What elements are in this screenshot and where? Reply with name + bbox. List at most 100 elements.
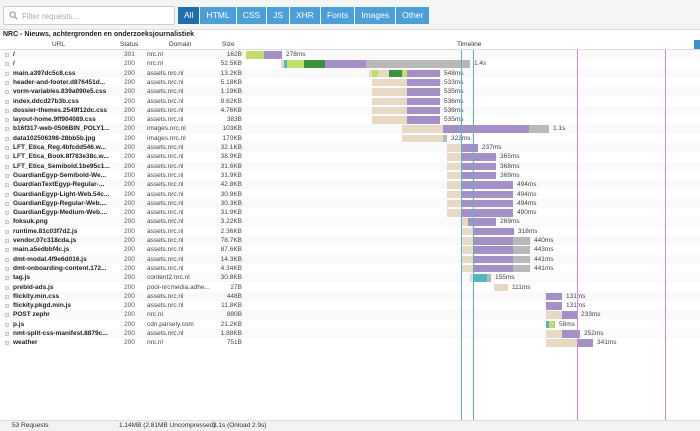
request-row[interactable]: main.a397dc5c8.css 200 assets.nrc.nl 13.2KB… [0, 68, 700, 78]
request-row[interactable]: tag.js 200 content2.nrc.nl 30.8KB 155ms [0, 273, 700, 283]
request-row[interactable]: LFT_Etica_Book.8f783e38c.w... 200 assets.n… [0, 152, 700, 161]
url-column-header[interactable]: URL [52, 41, 65, 48]
expand-row-icon[interactable] [5, 108, 9, 113]
expand-row-icon[interactable] [5, 164, 9, 169]
expand-row-icon[interactable] [5, 266, 9, 271]
request-url: LFT_Etica_Semibold.1be95c1... [13, 162, 110, 170]
request-status: 200 [124, 283, 135, 291]
request-row[interactable]: GuardianTextEgyp-Regular-... 200 assets.nr… [0, 180, 700, 190]
request-url: dmt-onboarding-content.172... [13, 264, 107, 272]
status-column-header[interactable]: Status [120, 41, 138, 48]
expand-row-icon[interactable] [5, 90, 9, 95]
expand-row-icon[interactable] [5, 127, 9, 132]
request-row[interactable]: GuardianEgyp-Medium-Web.... 200 assets.nrc… [0, 208, 700, 217]
expand-row-icon[interactable] [5, 62, 9, 67]
request-row[interactable]: vorm-variables.839a090e5.css 200 assets.nr… [0, 87, 700, 97]
request-row[interactable]: data102506398-28bb5b.jpg 200 images.nrc.nl… [0, 134, 700, 143]
request-row[interactable]: POST zephr 200 nrc.nl 880B 233ms [0, 310, 700, 320]
tab-other[interactable]: Other [396, 7, 430, 24]
request-size: 31.9KB [220, 171, 242, 179]
request-row[interactable]: main.a5edbbf4c.js 200 assets.nrc.nl 87.6KB 4… [0, 245, 700, 254]
tab-all[interactable]: All [178, 7, 200, 24]
expand-row-icon[interactable] [5, 136, 9, 141]
request-size: 5.18KB [220, 78, 242, 86]
timeline-column-header[interactable]: Timeline [457, 41, 481, 48]
request-url: tag.js [13, 274, 30, 282]
expand-row-icon[interactable] [5, 118, 9, 123]
filter-input[interactable] [22, 9, 172, 23]
request-row[interactable]: GuardianEgyp-Semibold-We... 200 assets.nrc… [0, 171, 700, 180]
expand-row-icon[interactable] [5, 341, 9, 346]
expand-row-icon[interactable] [5, 71, 9, 76]
request-row[interactable]: b16f317-web-0506BIN_POLY1... 200 images.nr… [0, 124, 700, 134]
request-row[interactable]: p.js 200 cdn.parsely.com 21.2KB 58ms [0, 320, 700, 329]
expand-row-icon[interactable] [5, 276, 9, 281]
expand-row-icon[interactable] [5, 201, 9, 206]
tab-html[interactable]: HTML [200, 7, 236, 24]
tab-css[interactable]: CSS [236, 7, 267, 24]
request-row[interactable]: layout-home.9ff904089.css 200 assets.nrc.n… [0, 115, 700, 124]
timing-segment-send [304, 60, 325, 68]
tab-images[interactable]: Images [355, 7, 396, 24]
expand-row-icon[interactable] [5, 80, 9, 85]
tab-fonts[interactable]: Fonts [320, 7, 355, 24]
expand-row-icon[interactable] [5, 304, 9, 309]
request-row[interactable]: weather 200 nrc.nl 751B 341ms [0, 338, 700, 347]
request-row[interactable]: dmt-modal.4f9e6d016.js 200 assets.nrc.nl 14… [0, 254, 700, 264]
request-row[interactable]: header-and-footer.d876451d... 200 assets.n… [0, 78, 700, 87]
filter-box[interactable] [3, 6, 175, 25]
request-row[interactable]: index.ddcd27b3b.css 200 assets.nrc.nl 8.62K… [0, 97, 700, 106]
expand-row-icon[interactable] [5, 155, 9, 160]
timing-segment-wait [546, 302, 562, 310]
expand-row-icon[interactable] [5, 332, 9, 336]
request-row[interactable]: flickity.pkgd.min.js 200 assets.nrc.nl 11.8… [0, 301, 700, 310]
request-size: 383B [226, 116, 242, 124]
request-size: 31.9KB [220, 209, 242, 217]
request-size: 1.19KB [220, 88, 242, 96]
request-status: 200 [124, 190, 135, 198]
expand-row-icon[interactable] [5, 211, 9, 216]
request-status: 200 [124, 116, 135, 124]
request-row[interactable]: nmt-split-css-manifest.8879c... 200 assets… [0, 329, 700, 339]
request-row[interactable]: / 200 nrc.nl 52.5KB 1.4s [0, 59, 700, 68]
expand-row-icon[interactable] [5, 313, 9, 318]
expand-row-icon[interactable] [5, 146, 9, 150]
add-column-button[interactable] [694, 40, 700, 49]
request-url: GuardianTextEgyp-Regular-... [13, 181, 105, 189]
request-row[interactable]: LFT_Etica_Reg.4bfcdd546.w... 200 assets.nr… [0, 143, 700, 153]
request-row[interactable]: GuardianEgyp-Light-Web.54c... 200 assets.n… [0, 190, 700, 199]
request-url: flickity.min.css [13, 292, 60, 300]
expand-row-icon[interactable] [5, 257, 9, 262]
request-row[interactable]: / 301 nrc.nl 162B 278ms [0, 50, 700, 60]
request-row[interactable]: vendor.07c318cda.js 200 assets.nrc.nl 78.7K… [0, 236, 700, 246]
request-row[interactable]: prebid-ads.js 200 pool-nrcmedia.adhe... 27B… [0, 283, 700, 292]
request-row[interactable]: foksuk.png 200 assets.nrc.nl 3.22KB 269ms [0, 217, 700, 227]
expand-row-icon[interactable] [5, 183, 9, 188]
tab-xhr[interactable]: XHR [290, 7, 320, 24]
timing-segment-wait [473, 227, 514, 236]
expand-row-icon[interactable] [5, 229, 9, 234]
request-row[interactable]: runtime.81c03f7d2.js 200 assets.nrc.nl 2.36… [0, 227, 700, 236]
request-row[interactable]: LFT_Etica_Semibold.1be95c1... 200 assets.n… [0, 161, 700, 171]
load-time: 3.1s (Onload 2.9s) [213, 422, 267, 429]
request-row[interactable]: dossier-themes.2549f12dc.css 200 assets.nr… [0, 105, 700, 116]
request-row[interactable]: flickity.min.css 200 assets.nrc.nl 448B 131m… [0, 291, 700, 302]
expand-row-icon[interactable] [5, 53, 9, 57]
request-row[interactable]: dmt-onboarding-content.172... 200 assets.n… [0, 264, 700, 273]
expand-row-icon[interactable] [5, 285, 9, 290]
expand-row-icon[interactable] [5, 248, 9, 253]
expand-row-icon[interactable] [5, 294, 9, 299]
request-url: header-and-footer.d876451d... [13, 78, 106, 86]
expand-row-icon[interactable] [5, 239, 9, 243]
expand-row-icon[interactable] [5, 322, 9, 327]
expand-row-icon[interactable] [5, 192, 9, 197]
request-url: vendor.07c318cda.js [13, 237, 77, 244]
expand-row-icon[interactable] [5, 220, 9, 225]
expand-row-icon[interactable] [5, 173, 9, 178]
request-row[interactable]: GuardianEgyp-Regular-Web.... 200 assets.nr… [0, 198, 700, 209]
expand-row-icon[interactable] [5, 99, 9, 104]
request-size: 52.5KB [220, 60, 242, 68]
domain-column-header[interactable]: Domain [169, 41, 191, 48]
tab-js[interactable]: JS [267, 7, 289, 24]
size-column-header[interactable]: Size [222, 41, 235, 48]
